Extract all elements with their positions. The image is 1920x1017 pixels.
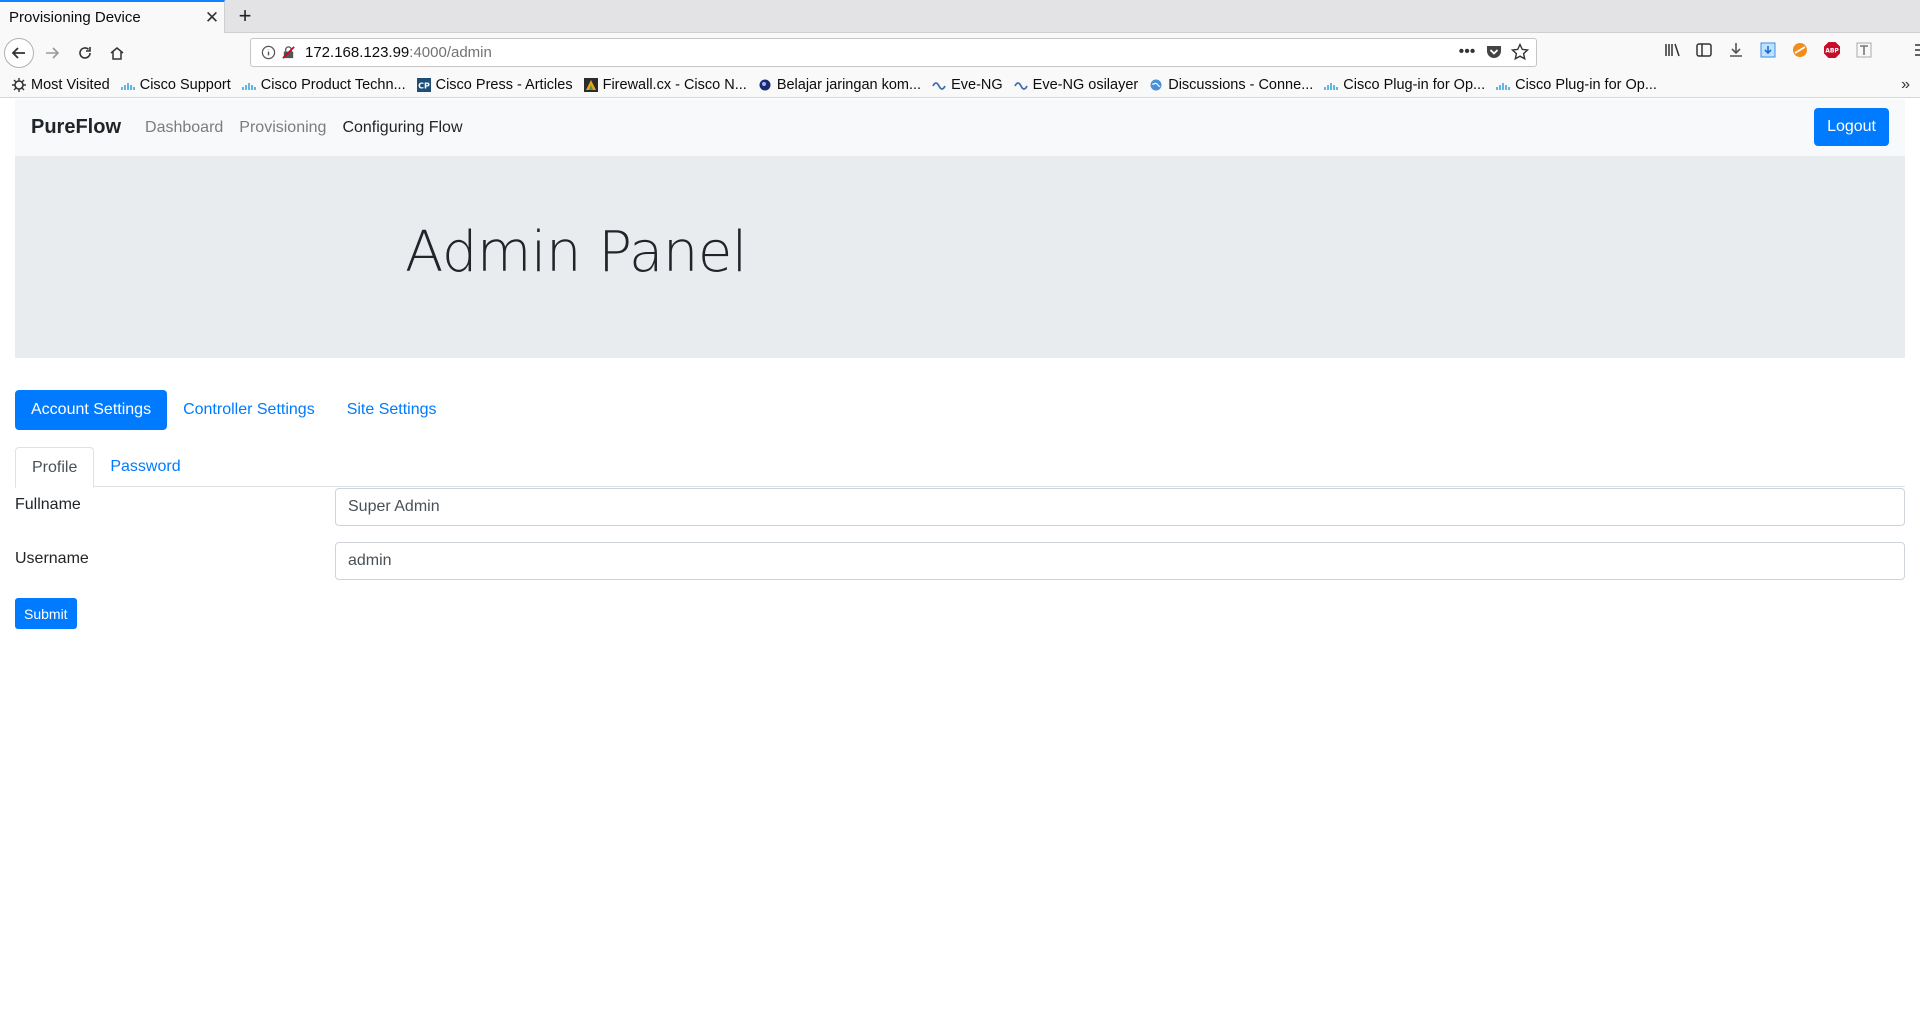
discussions-globe-icon — [1149, 78, 1163, 92]
username-input[interactable] — [335, 542, 1905, 580]
cisco-logo-icon — [242, 78, 256, 92]
bookmark-item[interactable]: CP Cisco Press - Articles — [416, 76, 573, 93]
eve-ng-icon — [1013, 78, 1028, 92]
cisco-logo-icon — [121, 78, 135, 92]
fullname-label: Fullname — [15, 496, 81, 513]
bookmark-label: Belajar jaringan kom... — [776, 76, 922, 93]
tab-password[interactable]: Password — [94, 447, 196, 488]
url-path: :4000/admin — [409, 44, 492, 61]
sidebar-icon[interactable] — [1688, 41, 1720, 59]
insecure-lock-icon[interactable] — [281, 45, 296, 65]
info-icon[interactable] — [261, 45, 276, 65]
new-tab-icon[interactable]: + — [232, 3, 258, 29]
bookmark-label: Cisco Plug-in for Op... — [1515, 76, 1657, 93]
bookmark-item[interactable]: Eve-NG osilayer — [1013, 76, 1139, 93]
bookmark-item[interactable]: Discussions - Conne... — [1149, 77, 1313, 93]
bookmark-item[interactable]: Cisco Plug-in for Op... — [1496, 77, 1657, 93]
bookmark-label: Cisco Press - Articles — [435, 76, 573, 93]
url-bar[interactable]: 172.168.123.99:4000/admin ••• — [250, 38, 1537, 67]
back-arrow-icon[interactable] — [4, 38, 34, 68]
svg-text:CP: CP — [418, 81, 430, 90]
bookmark-item[interactable]: Cisco Product Techn... — [242, 77, 406, 93]
hero-banner: Admin Panel — [15, 156, 1905, 358]
nav-link-configuring-flow[interactable]: Configuring Flow — [342, 119, 462, 137]
extension-orange-icon[interactable] — [1784, 41, 1816, 59]
tab-profile[interactable]: Profile — [15, 447, 95, 488]
bookmark-star-icon[interactable] — [1510, 42, 1530, 67]
pill-controller-settings[interactable]: Controller Settings — [167, 390, 331, 430]
bookmark-label: Cisco Support — [139, 76, 231, 93]
fullname-input[interactable] — [335, 488, 1905, 526]
settings-pills: Account Settings Controller Settings Sit… — [15, 390, 453, 430]
bookmark-label: Discussions - Conne... — [1168, 76, 1314, 93]
bookmarks-toolbar: Most Visited Cisco Support Cisco Product… — [0, 72, 1920, 98]
cisco-press-icon: CP — [416, 77, 431, 92]
bookmark-label: Firewall.cx - Cisco N... — [602, 76, 747, 93]
fullname-row: Fullname — [15, 488, 1905, 526]
url-text[interactable]: 172.168.123.99:4000/admin — [305, 39, 492, 66]
forward-arrow-icon[interactable] — [38, 39, 66, 67]
brand-logo[interactable]: PureFlow — [31, 116, 121, 139]
bookmark-label: Cisco Product Techn... — [260, 76, 406, 93]
reload-icon[interactable] — [71, 39, 99, 67]
gear-icon — [12, 77, 26, 92]
close-tab-icon[interactable]: ✕ — [200, 8, 224, 28]
url-host: 172.168.123.99 — [305, 44, 410, 61]
page-title: Admin Panel — [405, 220, 747, 285]
pill-site-settings[interactable]: Site Settings — [331, 390, 453, 430]
library-icon[interactable] — [1658, 41, 1688, 59]
bookmark-item[interactable]: Most Visited — [12, 77, 110, 93]
pill-account-settings[interactable]: Account Settings — [15, 390, 168, 430]
nav-link-dashboard[interactable]: Dashboard — [145, 119, 223, 137]
download-manager-icon[interactable] — [1752, 41, 1784, 59]
username-label: Username — [15, 550, 89, 567]
page-content: PureFlow Dashboard Provisioning Configur… — [0, 99, 1920, 1017]
home-icon[interactable] — [103, 39, 131, 67]
bookmark-label: Most Visited — [31, 76, 110, 93]
downloads-icon[interactable] — [1720, 41, 1752, 59]
app-navbar: PureFlow Dashboard Provisioning Configur… — [15, 99, 1905, 156]
bookmark-label: Eve-NG — [951, 76, 1003, 93]
nav-link-provisioning[interactable]: Provisioning — [239, 119, 326, 137]
svg-text:ABP: ABP — [1825, 48, 1839, 55]
pocket-icon[interactable] — [1484, 42, 1504, 67]
tab-title: Provisioning Device — [9, 9, 141, 26]
nav-menu: Dashboard Provisioning Configuring Flow — [145, 119, 463, 137]
username-row: Username — [15, 542, 1905, 580]
bookmark-item[interactable]: Belajar jaringan kom... — [758, 77, 921, 93]
browser-tabbar: Provisioning Device ✕ + — [0, 0, 1920, 33]
bookmark-item[interactable]: Cisco Plug-in for Op... — [1324, 77, 1485, 93]
firewall-cx-icon — [583, 77, 598, 92]
logout-button[interactable]: Logout — [1814, 108, 1889, 146]
blog-globe-icon — [758, 78, 772, 92]
browser-tab[interactable]: Provisioning Device ✕ — [0, 0, 225, 33]
bookmark-item[interactable]: Cisco Support — [121, 77, 231, 93]
text-extension-icon[interactable] — [1848, 41, 1880, 59]
cisco-logo-icon — [1496, 78, 1510, 92]
hamburger-menu-icon[interactable] — [1880, 41, 1920, 59]
bookmark-item[interactable]: Firewall.cx - Cisco N... — [583, 76, 747, 93]
bookmark-item[interactable]: Eve-NG — [932, 77, 1003, 93]
cisco-logo-icon — [1324, 78, 1338, 92]
eve-ng-icon — [932, 78, 946, 92]
page-actions-icon[interactable]: ••• — [1456, 42, 1478, 67]
browser-toolbar: 172.168.123.99:4000/admin ••• ABP — [0, 33, 1920, 72]
chevron-double-right-icon[interactable]: » — [1901, 76, 1910, 94]
bookmark-label: Cisco Plug-in for Op... — [1343, 76, 1486, 93]
account-subtabs: Profile Password — [15, 447, 1905, 488]
adblock-plus-icon[interactable]: ABP — [1816, 41, 1848, 59]
submit-button[interactable]: Submit — [15, 598, 77, 629]
bookmark-label: Eve-NG osilayer — [1032, 76, 1139, 93]
